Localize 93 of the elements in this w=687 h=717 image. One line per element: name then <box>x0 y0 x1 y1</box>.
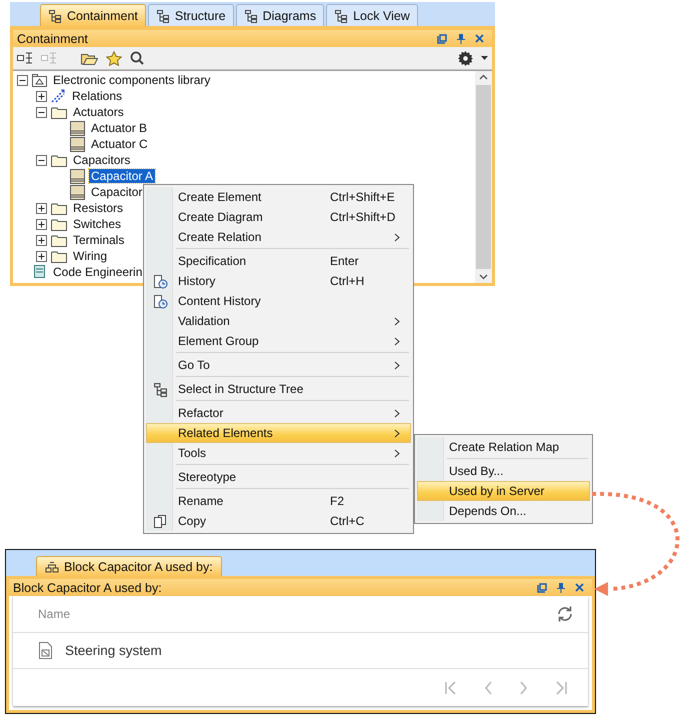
pin-icon[interactable] <box>557 582 565 592</box>
menu-item[interactable]: Depends On... <box>417 501 590 521</box>
close-icon[interactable] <box>475 34 484 43</box>
folder-icon <box>51 250 67 262</box>
search-icon[interactable] <box>130 51 144 65</box>
menu-item[interactable]: Stereotype <box>146 467 411 487</box>
block-icon <box>70 168 85 184</box>
block-icon <box>70 184 85 200</box>
tree-item[interactable]: Actuator C <box>89 137 150 151</box>
tree-item[interactable]: Capacitor A <box>89 169 156 183</box>
folder-icon <box>51 218 67 230</box>
menu-item[interactable]: Tools <box>146 443 411 463</box>
menu-item[interactable]: Create Relation Map <box>417 437 590 457</box>
tree-item[interactable]: Relations <box>70 89 124 103</box>
tree-item[interactable]: Capacitors <box>71 153 132 167</box>
menu-item[interactable]: Create Element Ctrl+Shift+E <box>146 187 411 207</box>
menu-item[interactable]: Rename F2 <box>146 491 411 511</box>
code-engineering-icon <box>32 265 47 279</box>
tree-item[interactable]: Code Engineerin <box>51 265 144 279</box>
copy-icon <box>152 514 168 528</box>
menu-item[interactable]: Validation <box>146 311 411 331</box>
folder-icon <box>51 202 67 214</box>
tab[interactable]: Diagrams <box>236 4 324 26</box>
tree-item[interactable]: Actuator B <box>89 121 150 135</box>
tree-structure-icon <box>334 8 348 22</box>
tree-item[interactable]: Switches <box>71 217 124 231</box>
expand-toggle-icon[interactable] <box>36 234 47 246</box>
expand-toggle-icon[interactable] <box>36 218 47 230</box>
float-window-icon[interactable] <box>437 34 447 44</box>
folder-icon <box>51 154 67 166</box>
tree-structure-icon <box>48 8 62 22</box>
tree-structure-icon <box>152 382 168 396</box>
tree-item[interactable]: Electronic components library <box>51 73 212 87</box>
menu-item[interactable]: Related Elements <box>146 423 411 443</box>
open-folder-icon[interactable] <box>81 51 98 65</box>
shortcut-label: Ctrl+Shift+D <box>330 210 396 224</box>
tab[interactable]: Structure <box>148 4 234 26</box>
tree-item[interactable]: Resistors <box>71 201 126 215</box>
block-icon <box>70 120 85 136</box>
panel-title: Containment <box>17 32 88 46</box>
tree-item[interactable]: Terminals <box>71 233 126 247</box>
pin-icon[interactable] <box>457 34 465 44</box>
menu-item[interactable]: Used By... <box>417 461 590 481</box>
menu-item[interactable]: Used by in Server <box>417 481 590 501</box>
collapse-all-icon[interactable] <box>17 51 33 65</box>
menu-item[interactable]: Go To <box>146 355 411 375</box>
folder-icon <box>51 106 67 118</box>
menu-item[interactable]: Refactor <box>146 403 411 423</box>
menu-item[interactable]: Element Group <box>146 331 411 351</box>
package-icon <box>32 74 47 86</box>
menu-item[interactable]: Copy Ctrl+C <box>146 511 411 531</box>
close-icon[interactable] <box>575 583 584 592</box>
refresh-icon[interactable] <box>556 605 574 623</box>
settings-icon[interactable] <box>458 50 473 66</box>
menu-item[interactable]: Specification Enter <box>146 251 411 271</box>
expand-toggle-icon[interactable] <box>36 202 47 214</box>
tab[interactable]: Lock View <box>326 4 418 26</box>
expand-toggle-icon[interactable] <box>36 250 47 262</box>
collapse-toggle-icon[interactable] <box>36 154 47 166</box>
tab[interactable]: Block Capacitor A used by: <box>36 556 222 576</box>
shortcut-label: Ctrl+Shift+E <box>330 190 395 204</box>
shortcut-label: F2 <box>330 494 344 508</box>
scrollbar[interactable] <box>475 71 492 283</box>
tree-item[interactable]: Capacitor <box>89 185 144 199</box>
history-icon <box>152 274 168 288</box>
tree-item[interactable]: Actuators <box>71 105 126 119</box>
menu-item[interactable]: Content History <box>146 291 411 311</box>
shortcut-label: Ctrl+H <box>330 274 364 288</box>
shortcut-label: Ctrl+C <box>330 514 364 528</box>
collapse-toggle-icon[interactable] <box>17 74 28 86</box>
diagram-file-icon <box>38 641 53 660</box>
menu-item[interactable]: Select in Structure Tree <box>146 379 411 399</box>
block-usage-icon <box>45 560 59 572</box>
relations-icon <box>51 89 66 103</box>
float-window-icon[interactable] <box>537 582 547 592</box>
expand-toggle-icon[interactable] <box>36 90 47 102</box>
star-icon[interactable] <box>106 50 122 66</box>
folder-icon <box>51 234 67 246</box>
history-icon <box>152 294 168 308</box>
block-icon <box>70 136 85 152</box>
column-header[interactable]: Name <box>38 607 70 621</box>
menu-item[interactable]: Create Diagram Ctrl+Shift+D <box>146 207 411 227</box>
shortcut-label: Enter <box>330 254 359 268</box>
tree-structure-icon <box>244 8 258 22</box>
tree-item[interactable]: Wiring <box>71 249 110 263</box>
collapse-toggle-icon[interactable] <box>36 106 47 118</box>
menu-item[interactable]: History Ctrl+H <box>146 271 411 291</box>
menu-item[interactable]: Create Relation <box>146 227 411 247</box>
tab[interactable]: Containment <box>40 4 146 26</box>
tree-structure-icon <box>156 8 170 22</box>
table-cell[interactable]: Steering system <box>65 643 162 658</box>
panel-title: Block Capacitor A used by: <box>13 580 162 594</box>
dropdown-caret-icon[interactable] <box>481 56 488 60</box>
